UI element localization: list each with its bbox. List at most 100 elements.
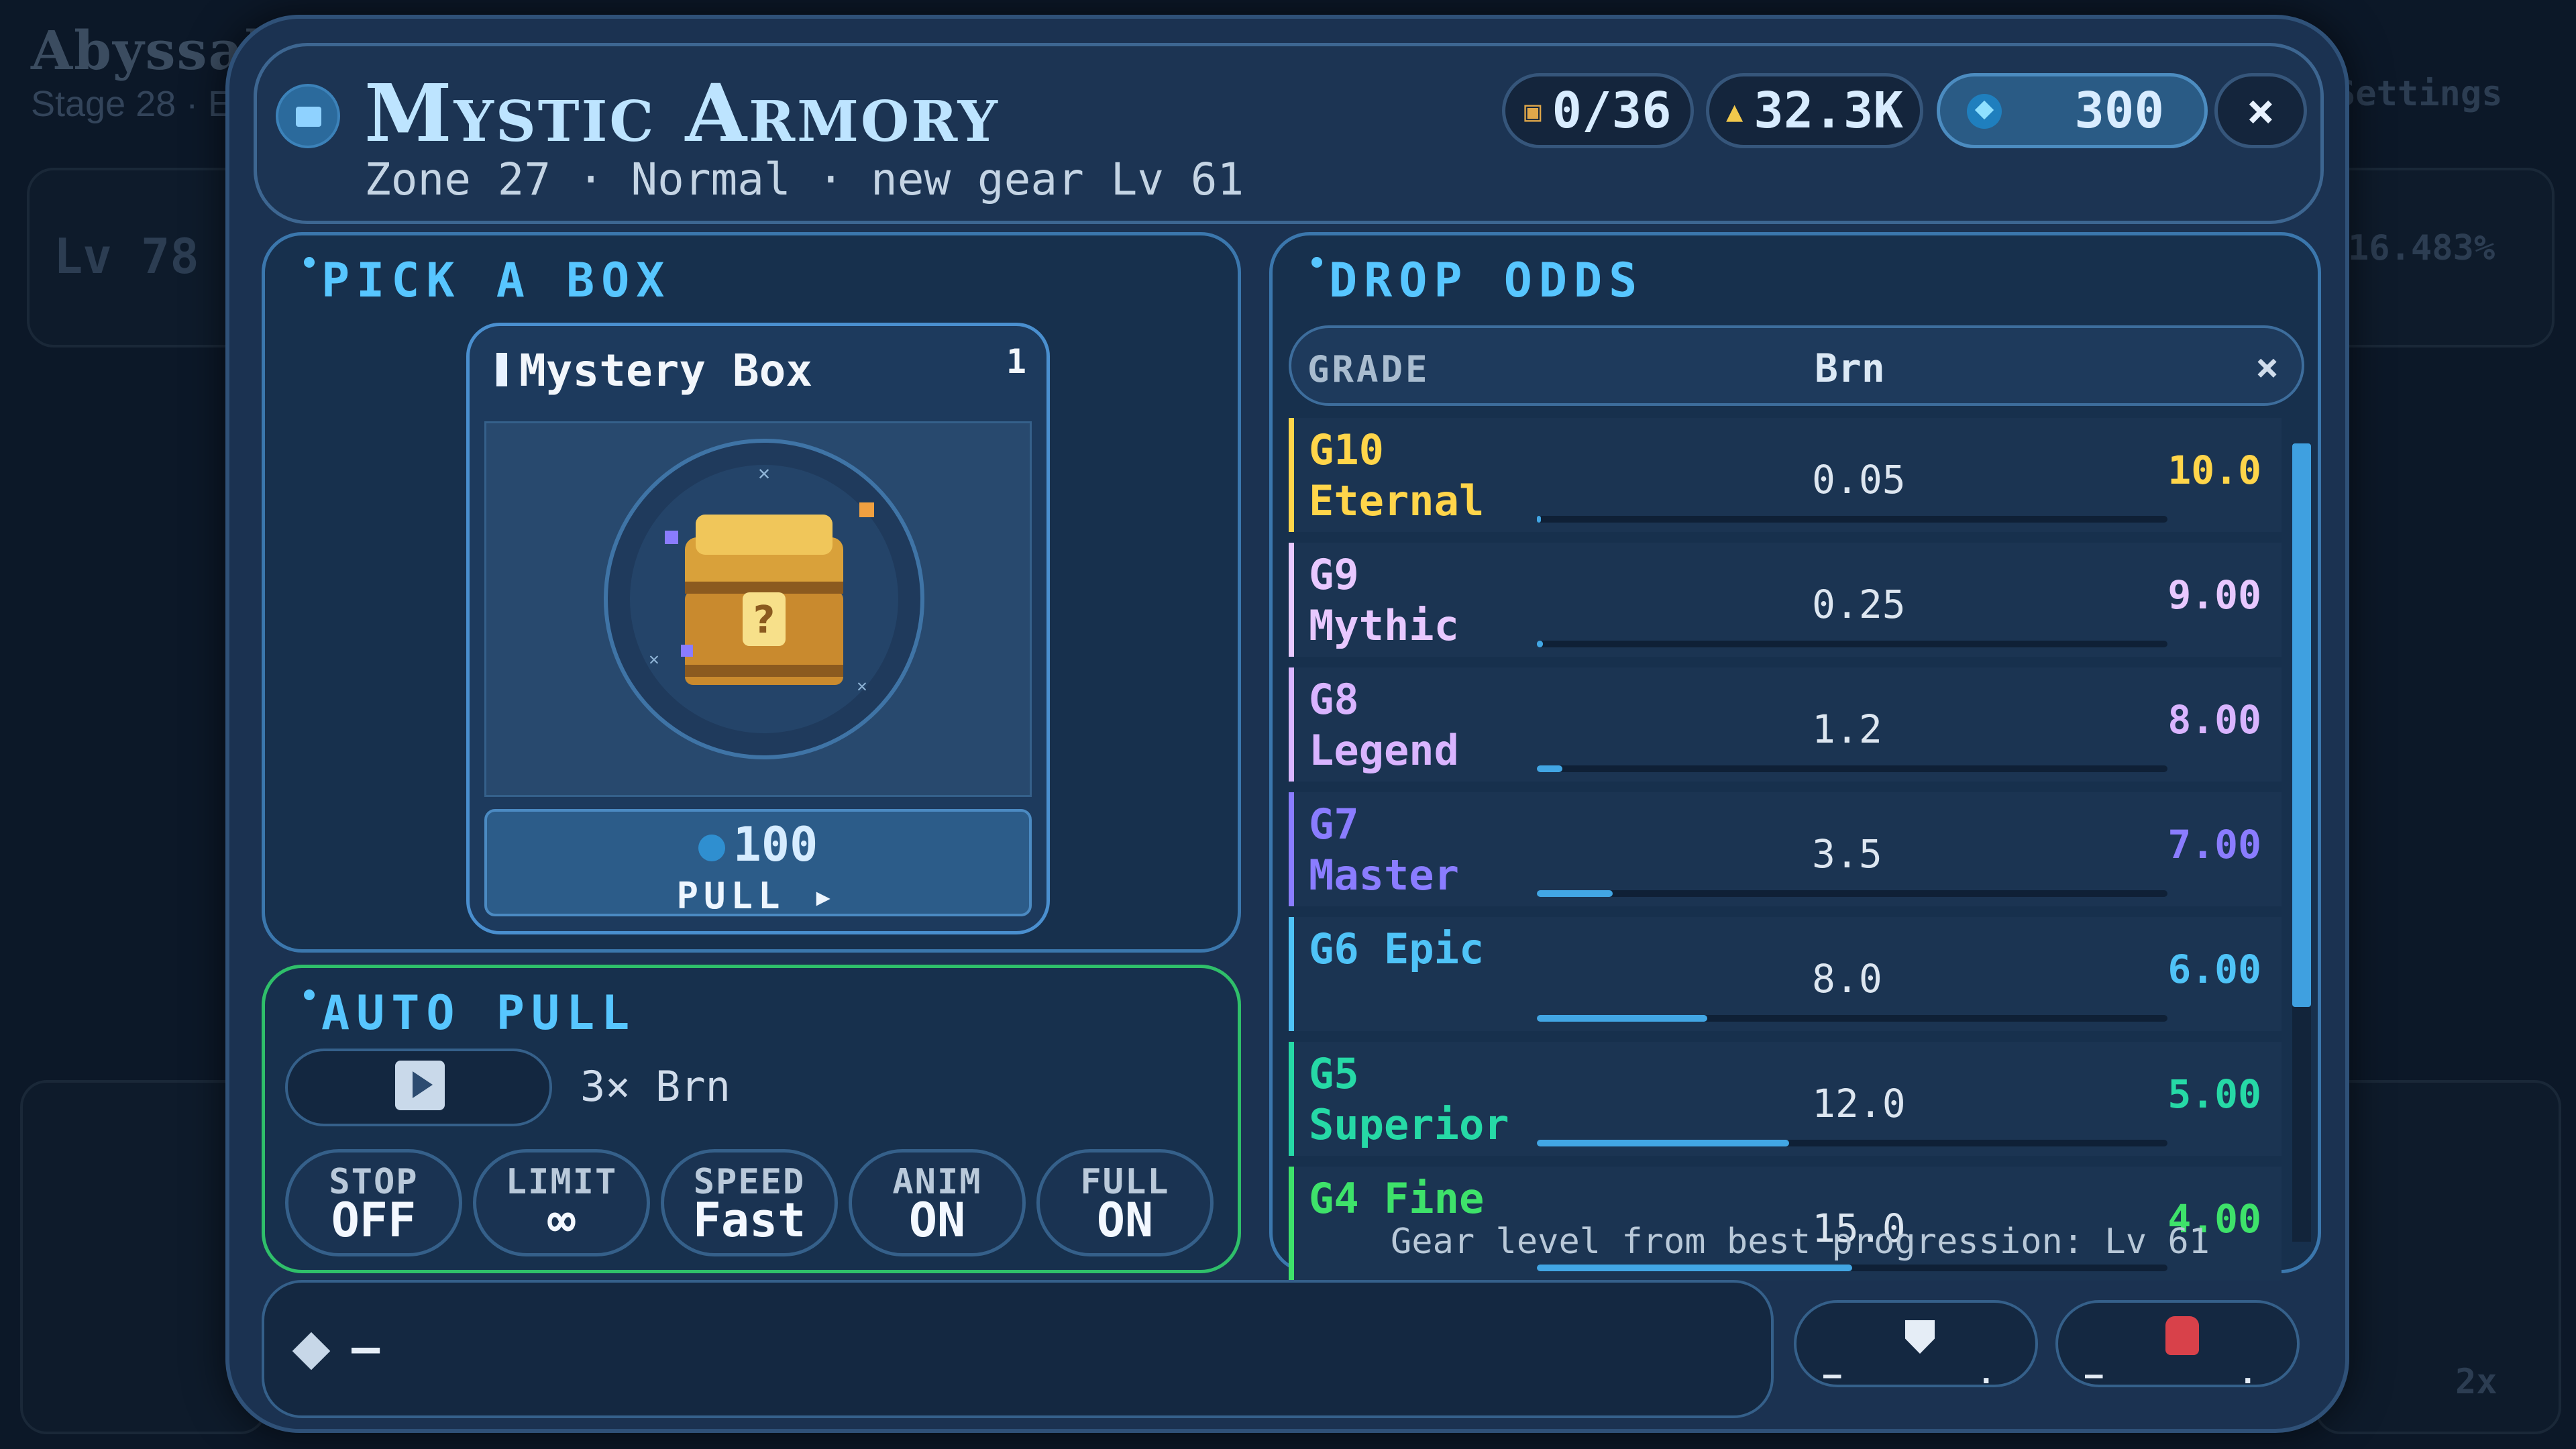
box-counter-pill: ▣ 0/36 (1502, 73, 1694, 148)
toggle-value: Fast (692, 1193, 806, 1248)
odds-bar-track (1537, 1265, 2167, 1271)
odds-bar-fill (1537, 890, 1613, 897)
svg-text:✕: ✕ (857, 676, 867, 696)
bg-right-panel (2314, 1080, 2561, 1434)
bg-percent-readout: 16.483% (2348, 228, 2496, 268)
odds-row[interactable]: G7 Master 3.5 7.00 (1289, 792, 2282, 906)
grade-column-header: GRADE (1307, 348, 1430, 390)
grade-weight: 7.00 (2167, 822, 2261, 867)
gem-pill[interactable]: 300 (1937, 73, 2208, 148)
toggle-value: ON (908, 1193, 966, 1248)
grade-name: G5 Superior (1309, 1049, 1509, 1149)
grade-color-strip (1289, 418, 1294, 532)
drop-percent: 1.2 (1812, 706, 1882, 752)
grade-color-strip (1289, 917, 1294, 1031)
bg-stage-text: Stage 28 · E (31, 84, 233, 124)
gold-value: 32.3K (1754, 82, 1904, 140)
currency-bar: — (262, 1280, 1774, 1418)
selected-filter: Brn (1815, 345, 1885, 391)
odds-list[interactable]: G10 Eternal 0.05 10.0 G9 Mythic 0.25 9.00 G8 L… (1289, 418, 2302, 1291)
toggle-value: OFF (331, 1193, 417, 1248)
equipment-button[interactable]: — . (1794, 1300, 2038, 1392)
box-count-badge: 1 (1006, 342, 1026, 381)
odds-bar-fill (1537, 1015, 1707, 1022)
box-name: Mystery Box (519, 345, 813, 396)
drop-percent: 8.0 (1812, 956, 1882, 1002)
anim-toggle[interactable]: ANIM ON (849, 1149, 1026, 1256)
grade-name: G6 Epic (1309, 924, 1485, 973)
pull-cost: 100 (487, 817, 1029, 872)
odds-bar-track (1537, 890, 2167, 897)
grade-color-strip (1289, 1167, 1294, 1281)
gem-icon (1967, 94, 2002, 129)
odds-row[interactable]: G9 Mythic 0.25 9.00 (1289, 543, 2282, 657)
odds-scrollbar-thumb[interactable] (2292, 443, 2311, 1007)
bg-player-level: Lv 78 (54, 228, 199, 284)
odds-bar-fill (1537, 641, 1543, 647)
pull-button[interactable]: 100 PULL ▸ (484, 809, 1032, 917)
grade-name: G4 Fine (1309, 1174, 1485, 1223)
modal-header: Mystic Armory Zone 27 · Normal · new gea… (254, 43, 2324, 224)
pick-box-panel: PICK A BOX Mystery Box 1 ? ✕ ✕ ✕ 100 PUL… (262, 232, 1241, 953)
odds-scrollbar[interactable] (2292, 443, 2311, 1242)
box-marker (496, 353, 507, 386)
odds-bar-track (1537, 516, 2167, 523)
full-toggle[interactable]: FULL ON (1036, 1149, 1214, 1256)
auto-pull-play-button[interactable] (285, 1049, 552, 1126)
close-button[interactable]: × (2214, 73, 2307, 148)
modal-title: Mystic Armory (364, 66, 1000, 160)
grade-name: G8 Legend (1309, 675, 1459, 775)
auto-pull-panel: AUTO PULL 3× Brn STOP OFF LIMIT ∞ SPEED … (262, 965, 1241, 1273)
zone-subtitle: Zone 27 · Normal · new gear Lv 61 (364, 154, 1244, 205)
drop-percent: 3.5 (1812, 831, 1882, 877)
equipment-label-right: . (1977, 1356, 1996, 1391)
box-image-frame: ? ✕ ✕ ✕ (484, 421, 1032, 797)
diamond-icon (292, 1332, 331, 1371)
stop-toggle[interactable]: STOP OFF (285, 1149, 462, 1256)
grade-weight: 8.00 (2167, 697, 2261, 743)
currency-value: — (352, 1320, 380, 1375)
pick-box-title: PICK A BOX (303, 253, 672, 308)
grade-weight: 5.00 (2167, 1071, 2261, 1117)
armory-logo-icon (276, 84, 340, 148)
odds-bar-fill (1537, 765, 1562, 772)
bg-speed-label[interactable]: 2x (2455, 1362, 2498, 1402)
bg-settings-label[interactable]: Settings (2334, 74, 2502, 114)
drop-percent: 12.0 (1812, 1081, 1906, 1126)
odds-bar-track (1537, 641, 2167, 647)
gem-value: 300 (2074, 82, 2164, 140)
toggle-value: ∞ (547, 1193, 576, 1248)
auto-pull-title: AUTO PULL (303, 985, 637, 1040)
box-counter-value: 0/36 (1552, 82, 1672, 140)
gear-level-note: Gear level from best progression: Lv 61 (1391, 1222, 2210, 1262)
limit-toggle[interactable]: LIMIT ∞ (473, 1149, 650, 1256)
treasure-chest-icon: ? ✕ ✕ ✕ (604, 439, 924, 759)
svg-text:✕: ✕ (649, 649, 659, 669)
backpack-button[interactable]: — . (2055, 1300, 2300, 1392)
gold-pill: ▲ 32.3K (1706, 73, 1923, 148)
drop-odds-title: DROP ODDS (1311, 253, 1644, 308)
mystery-box-card[interactable]: Mystery Box 1 ? ✕ ✕ ✕ 100 PULL ▸ (466, 323, 1050, 934)
chest-icon: ▣ (1524, 94, 1542, 127)
drop-percent: 0.25 (1812, 582, 1906, 627)
grade-color-strip (1289, 792, 1294, 906)
odds-row[interactable]: G8 Legend 1.2 8.00 (1289, 667, 2282, 782)
pull-label: PULL ▸ (676, 875, 840, 917)
auto-pull-summary: 3× Brn (580, 1062, 731, 1111)
odds-row[interactable]: G6 Epic 8.0 6.00 (1289, 917, 2282, 1031)
grade-weight: 9.00 (2167, 572, 2261, 618)
odds-bar-track (1537, 1015, 2167, 1022)
grade-color-strip (1289, 543, 1294, 657)
equipment-label-left: — (1823, 1358, 1841, 1392)
grade-color-strip (1289, 667, 1294, 782)
grade-name: G10 Eternal (1309, 425, 1485, 525)
svg-text:✕: ✕ (758, 462, 770, 485)
grade-name: G7 Master (1309, 800, 1459, 900)
clear-filter-button[interactable]: × (2255, 344, 2279, 390)
grade-name: G9 Mythic (1309, 550, 1459, 650)
odds-bar-fill (1537, 1140, 1789, 1146)
speed-toggle[interactable]: SPEED Fast (661, 1149, 838, 1256)
odds-header-filter[interactable]: GRADE Brn × (1289, 325, 2304, 406)
odds-row[interactable]: G10 Eternal 0.05 10.0 (1289, 418, 2282, 532)
odds-row[interactable]: G5 Superior 12.0 5.00 (1289, 1042, 2282, 1156)
